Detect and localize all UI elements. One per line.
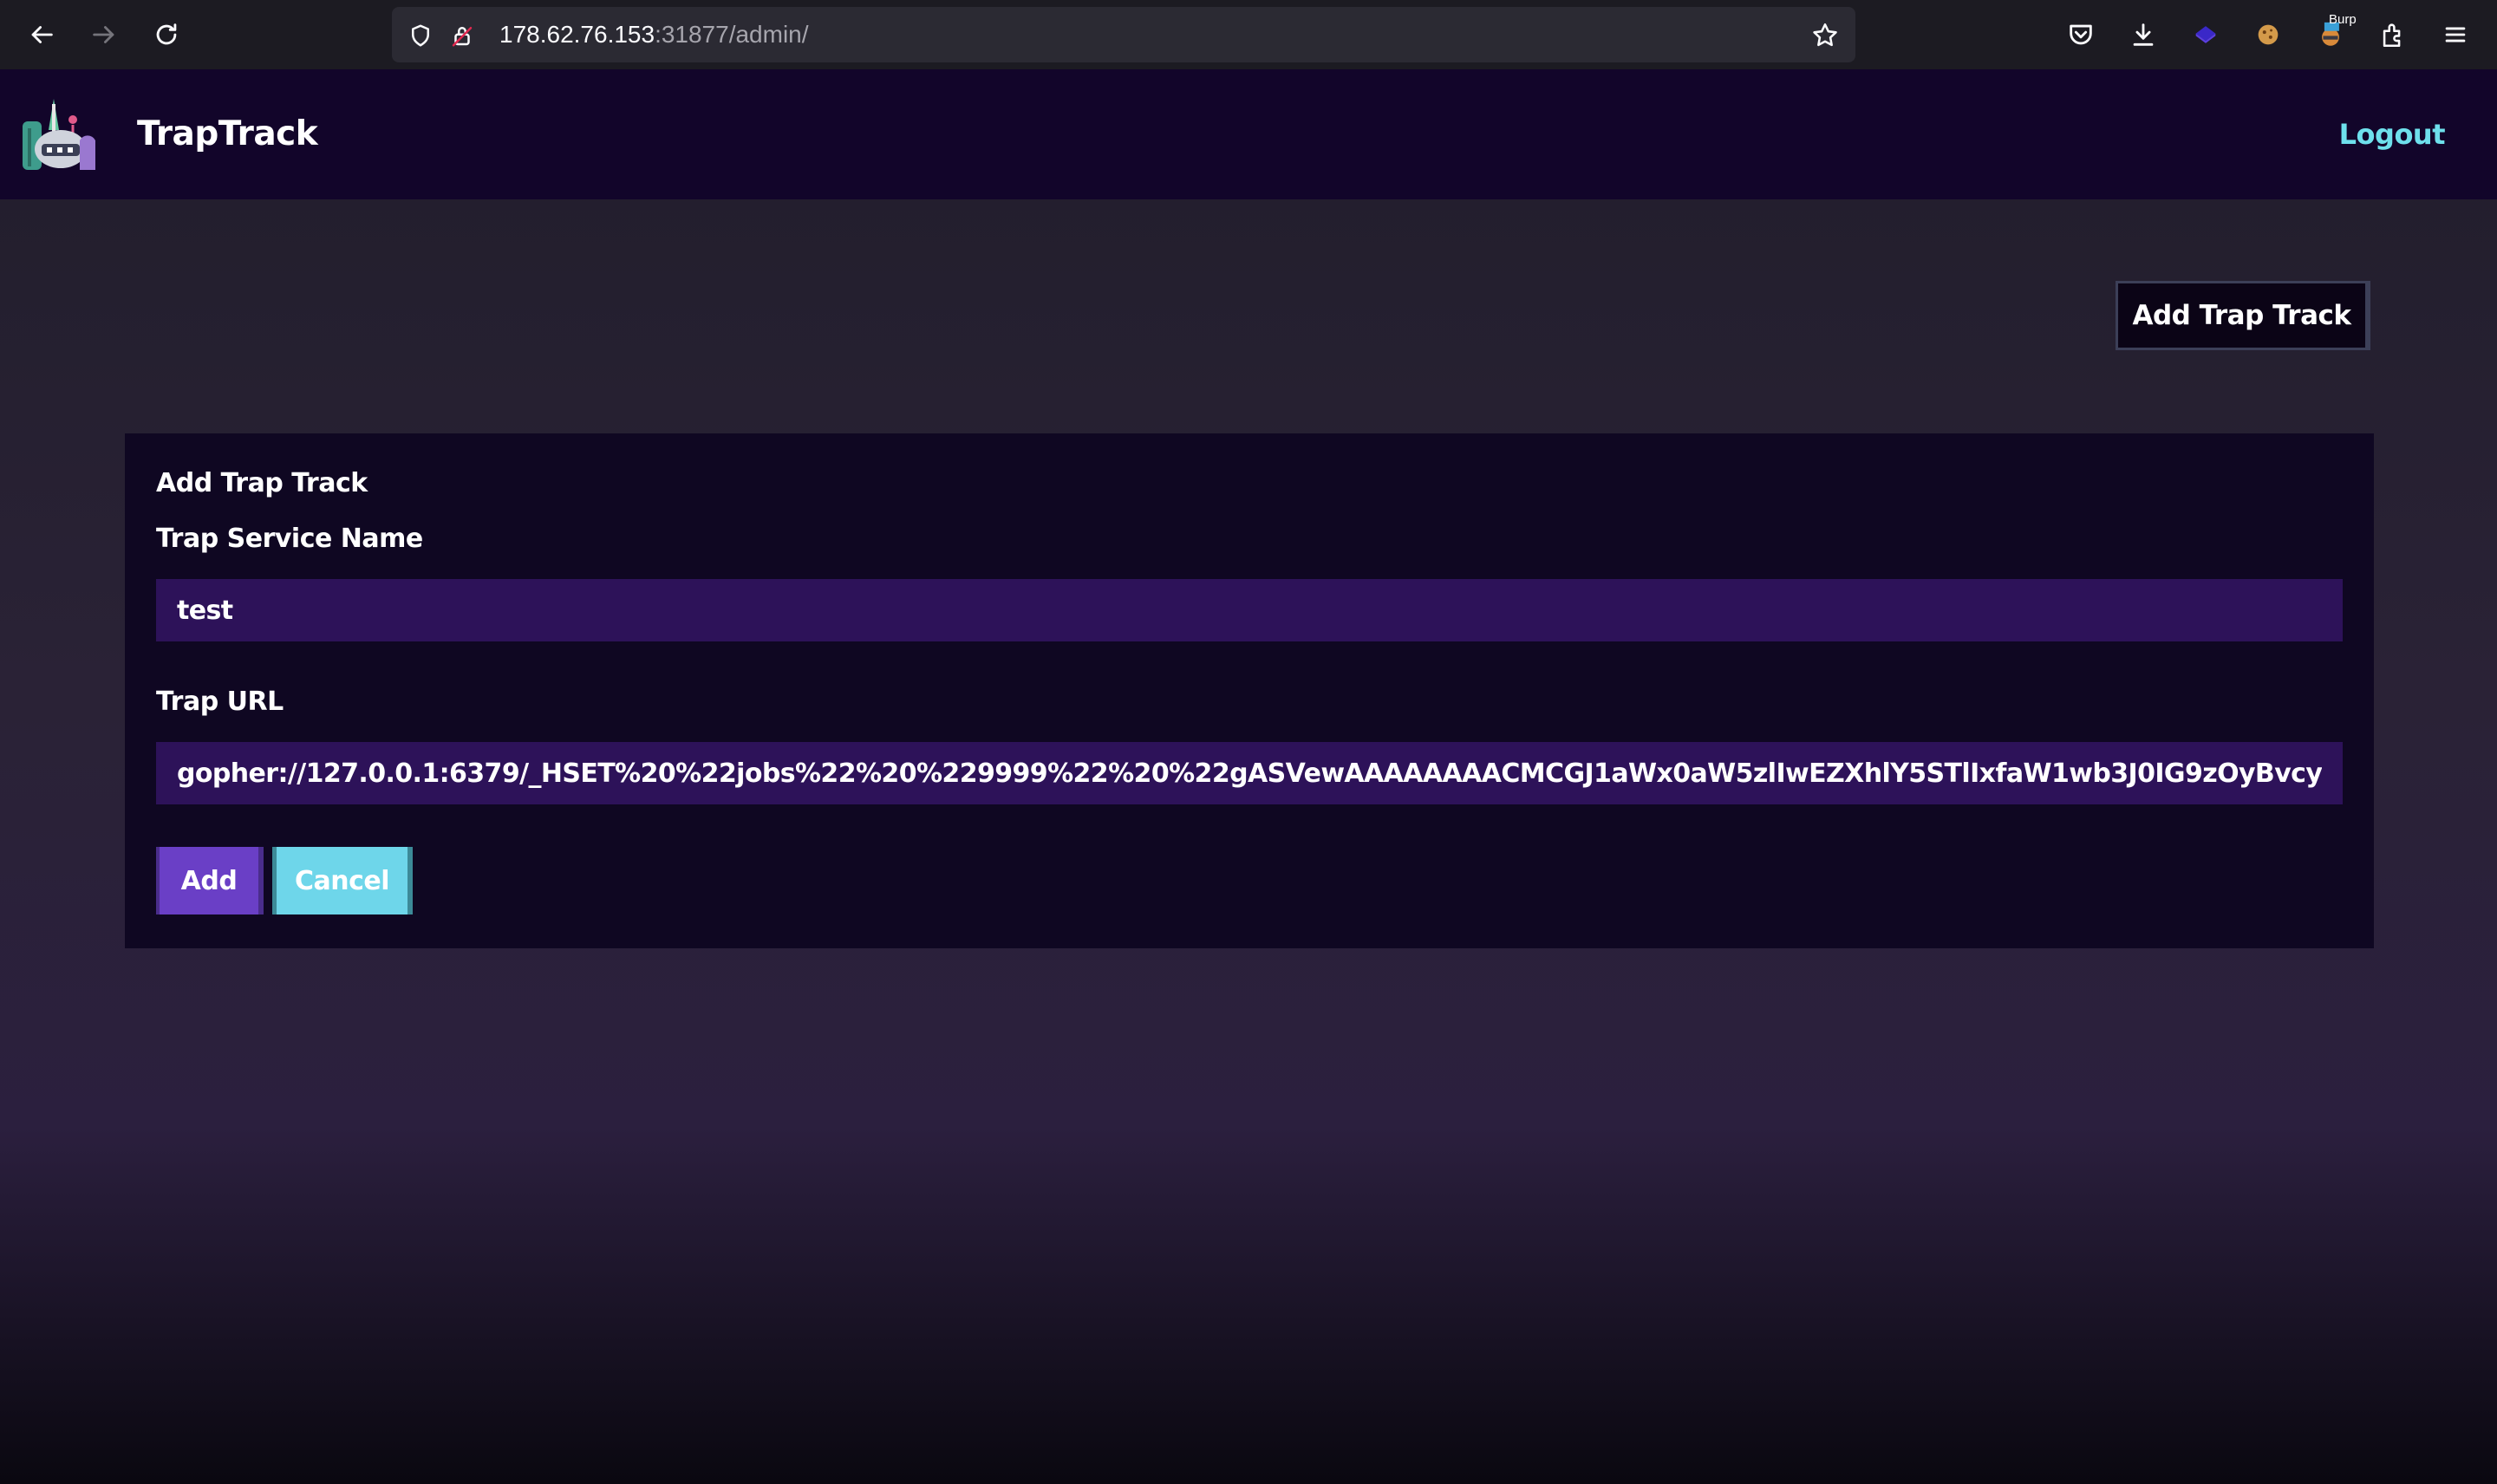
- burp-badge: Burp: [2329, 12, 2357, 27]
- trap-url-input[interactable]: [156, 742, 2343, 804]
- download-icon[interactable]: [2126, 17, 2161, 52]
- service-name-input[interactable]: [156, 579, 2343, 641]
- service-name-label: Trap Service Name: [156, 524, 423, 554]
- insecure-lock-icon[interactable]: [449, 23, 475, 49]
- back-icon[interactable]: [24, 17, 59, 52]
- traptrack-logo-icon[interactable]: [19, 95, 99, 175]
- cookie-icon[interactable]: [2251, 17, 2285, 52]
- pocket-icon[interactable]: [2063, 17, 2098, 52]
- url-text[interactable]: 178.62.76.153:31877/admin/: [499, 7, 809, 62]
- puzzle-icon[interactable]: [2376, 17, 2410, 52]
- shield-icon[interactable]: [407, 23, 434, 49]
- app-header: TrapTrack Logout: [0, 69, 2497, 199]
- menu-icon[interactable]: [2438, 17, 2473, 52]
- add-trap-track-form: Add Trap Track Trap Service Name Trap UR…: [125, 433, 2374, 948]
- trap-url-label: Trap URL: [156, 687, 284, 717]
- reload-icon[interactable]: [149, 17, 184, 52]
- add-button[interactable]: Add: [156, 847, 264, 914]
- bookmark-star-icon[interactable]: [1810, 21, 1840, 50]
- add-trap-track-button[interactable]: Add Trap Track: [2116, 281, 2370, 350]
- url-bar[interactable]: 178.62.76.153:31877/admin/: [392, 7, 1855, 62]
- url-host: 178.62.76.153: [499, 21, 655, 48]
- browser-toolbar: 178.62.76.153:31877/admin/ Burp: [0, 0, 2497, 69]
- logout-link[interactable]: Logout: [2339, 69, 2446, 199]
- burp-icon[interactable]: Burp: [2313, 12, 2357, 52]
- extension-icon[interactable]: [2188, 17, 2223, 52]
- forward-icon[interactable]: [87, 17, 121, 52]
- form-title: Add Trap Track: [156, 468, 368, 498]
- url-path: :31877/admin/: [655, 21, 809, 48]
- cancel-button[interactable]: Cancel: [272, 847, 413, 914]
- brand-title[interactable]: TrapTrack: [137, 69, 318, 199]
